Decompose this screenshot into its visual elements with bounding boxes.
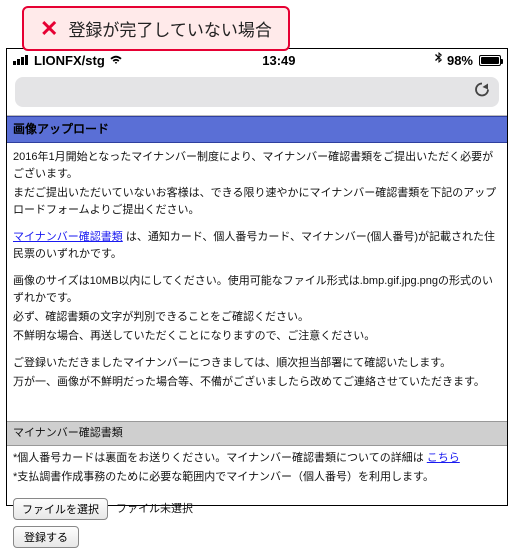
x-icon: ✕	[40, 18, 58, 40]
carrier-label: LIONFX/stg	[34, 53, 105, 68]
battery-icon	[479, 55, 501, 66]
my-number-docs-link[interactable]: マイナンバー確認書類	[13, 231, 123, 243]
size-line-1: 画像のサイズは10MB以内にしてください。使用可能なファイル形式は.bmp.gi…	[13, 273, 501, 307]
battery-percent: 98%	[447, 53, 473, 68]
intro-line-2: まだご提出いただいていないお客様は、できる限り速やかにマイナンバー確認書類を下記…	[13, 185, 501, 219]
sub-section-title: マイナンバー確認書類	[7, 421, 507, 446]
choose-file-button[interactable]: ファイルを選択	[13, 498, 108, 520]
notes-list: 個人番号カードは裏面をお送りください。マイナンバー確認書類についての詳細は こち…	[7, 446, 507, 492]
page-content: 画像アップロード 2016年1月開始となったマイナンバー制度により、マイナンバー…	[7, 116, 507, 552]
docs-paragraph: マイナンバー確認書類 は、通知カード、個人番号カード、マイナンバー(個人番号)が…	[13, 229, 501, 263]
status-bar: LIONFX/stg 13:49 98%	[7, 49, 507, 71]
device-frame: LIONFX/stg 13:49 98% 画像アップロード 2016年1月開始と…	[6, 48, 508, 506]
size-line-2: 必ず、確認書類の文字が判別できることをご確認ください。	[13, 309, 501, 326]
callout-text: 登録が完了していない場合	[68, 16, 272, 41]
confirm-line-2: 万が一、画像が不鮮明だった場合等、不備がございましたら改めてご連絡させていただき…	[13, 374, 501, 391]
intro-line-1: 2016年1月開始となったマイナンバー制度により、マイナンバー確認書類をご提出い…	[13, 149, 501, 183]
reload-icon[interactable]	[473, 81, 491, 104]
confirm-line-1: ご登録いただきましたマイナンバーにつきましては、順次担当部署にて確認いたします。	[13, 355, 501, 372]
note-2: 支払調書作成事務のために必要な範囲内でマイナンバー（個人番号）を利用します。	[13, 469, 501, 486]
size-line-3: 不鮮明な場合、再送していただくことになりますので、ご注意ください。	[13, 328, 501, 345]
browser-toolbar	[7, 71, 507, 115]
section-title: 画像アップロード	[7, 116, 507, 143]
wifi-icon	[109, 53, 123, 68]
file-status: ファイル未選択	[116, 501, 193, 518]
note-1: 個人番号カードは裏面をお送りください。マイナンバー確認書類についての詳細は こち…	[13, 450, 501, 467]
file-upload-row: ファイルを選択 ファイル未選択	[7, 492, 507, 522]
submit-button[interactable]: 登録する	[13, 526, 79, 548]
clock: 13:49	[262, 53, 295, 68]
bluetooth-icon	[435, 52, 443, 68]
warning-callout: ✕ 登録が完了していない場合	[22, 6, 290, 51]
cell-signal-icon	[13, 55, 28, 65]
details-link[interactable]: こちら	[427, 452, 460, 464]
url-bar[interactable]	[15, 77, 499, 107]
